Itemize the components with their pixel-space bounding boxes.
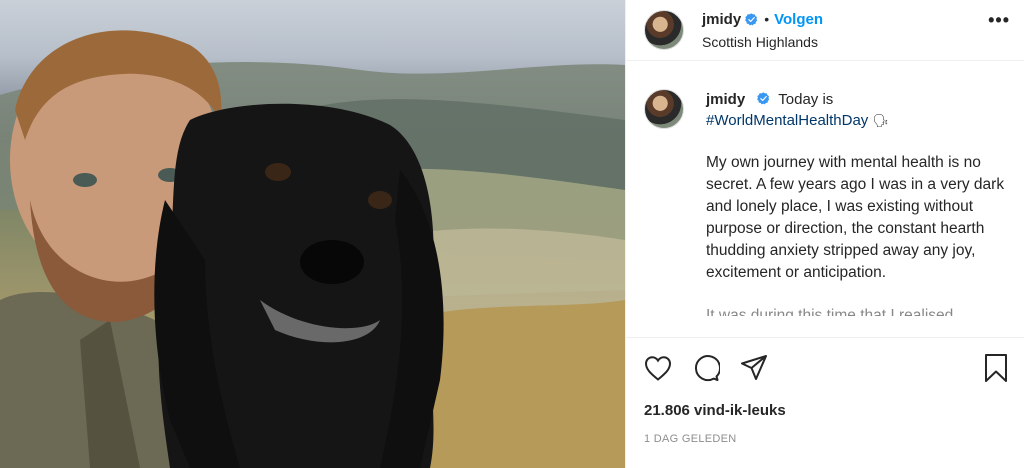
share-icon[interactable] <box>738 352 770 384</box>
post-photo[interactable] <box>0 0 625 468</box>
post: jmidy • Volgen Scottish Highlands ••• jm… <box>0 0 1024 468</box>
caption-area: jmidy Today is #WorldMentalHealthDay 🗣 M… <box>626 61 1024 338</box>
separator-dot: • <box>764 11 770 27</box>
follow-button[interactable]: Volgen <box>774 11 823 28</box>
caption-verified-badge-icon <box>757 92 770 105</box>
timestamp[interactable]: 1 dag geleden <box>626 433 1024 445</box>
caption-intro: Today is <box>778 91 834 108</box>
heart-icon[interactable] <box>642 352 674 384</box>
caption-paragraph: My own journey with mental health is no … <box>706 154 1005 281</box>
caption-head: jmidy Today is #WorldMentalHealthDay 🗣 <box>644 89 1008 131</box>
post-side-panel: jmidy • Volgen Scottish Highlands ••• jm… <box>625 0 1024 468</box>
photo-illustration <box>0 30 625 468</box>
avatar[interactable] <box>644 10 684 50</box>
speaking-head-emoji: 🗣 <box>872 113 889 128</box>
username-link[interactable]: jmidy <box>702 11 741 28</box>
caption-username-link[interactable]: jmidy <box>706 91 745 108</box>
hashtag-link[interactable]: #WorldMentalHealthDay <box>706 112 868 129</box>
action-bar <box>626 338 1024 398</box>
verified-badge-icon <box>745 12 758 25</box>
comment-icon[interactable] <box>690 352 722 384</box>
caption-avatar[interactable] <box>644 89 684 129</box>
post-header: jmidy • Volgen Scottish Highlands ••• <box>626 0 1024 61</box>
header-text: jmidy • Volgen Scottish Highlands <box>702 11 823 50</box>
like-count[interactable]: 21.806 vind-ik-leuks <box>626 402 1024 419</box>
caption-paragraph-cut: It was during this time that I realised <box>706 307 954 316</box>
bookmark-icon[interactable] <box>980 352 1012 384</box>
header-row: jmidy • Volgen <box>702 11 823 28</box>
caption-text: jmidy Today is #WorldMentalHealthDay 🗣 <box>706 89 1006 131</box>
more-options-icon[interactable]: ••• <box>988 10 1010 31</box>
location-link[interactable]: Scottish Highlands <box>702 34 823 50</box>
